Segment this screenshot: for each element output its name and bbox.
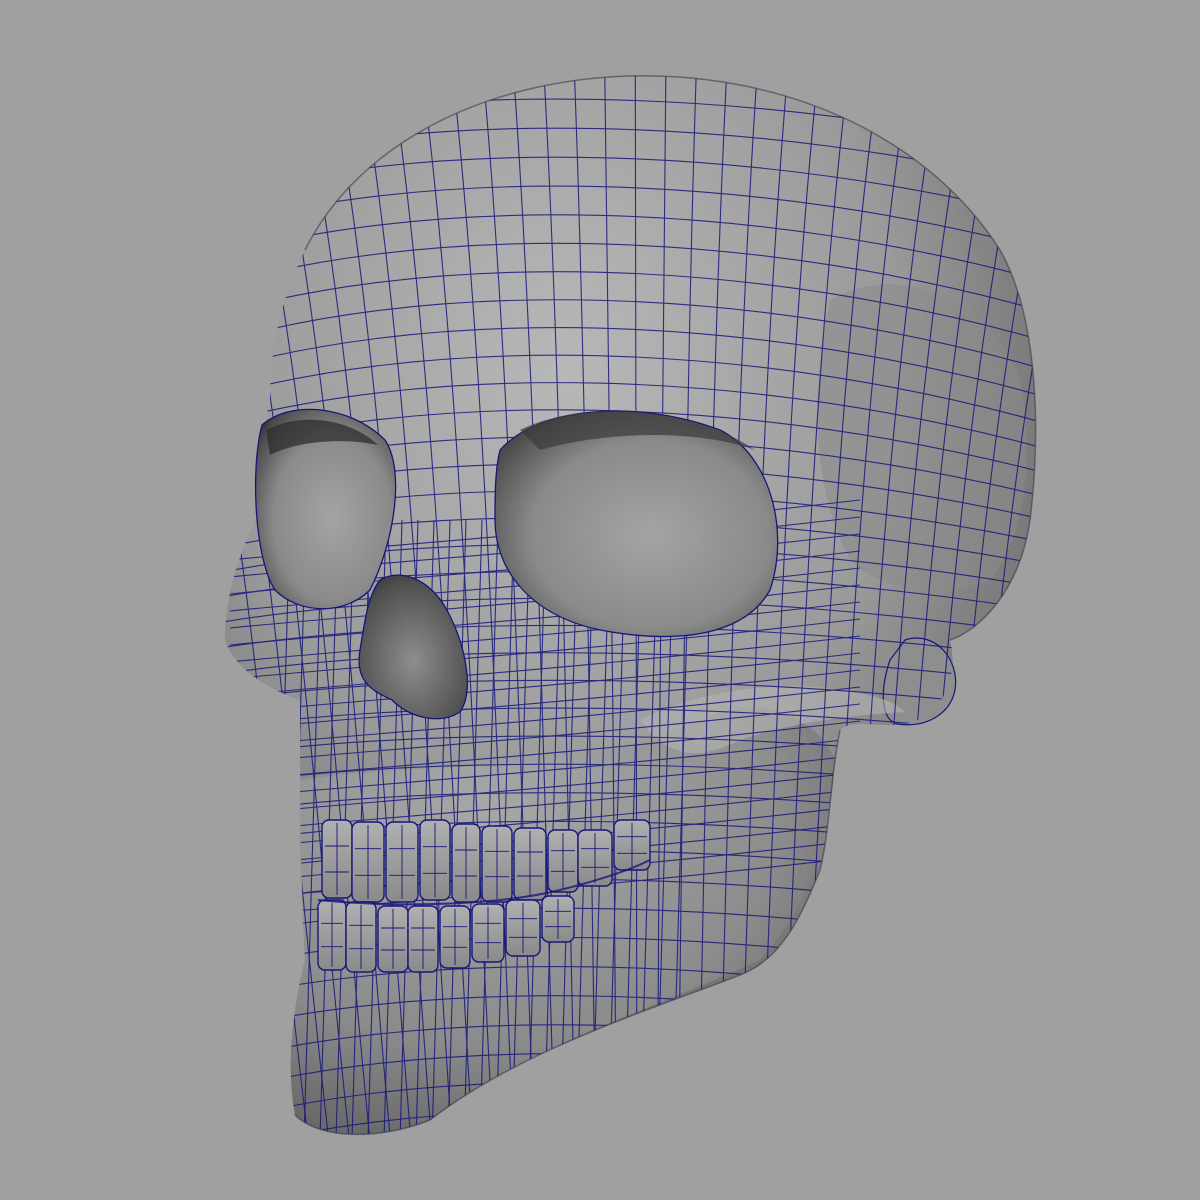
3d-viewport[interactable] bbox=[0, 0, 1200, 1200]
wire-edge-v bbox=[982, 75, 1036, 1135]
skull-model[interactable] bbox=[0, 0, 1200, 1200]
